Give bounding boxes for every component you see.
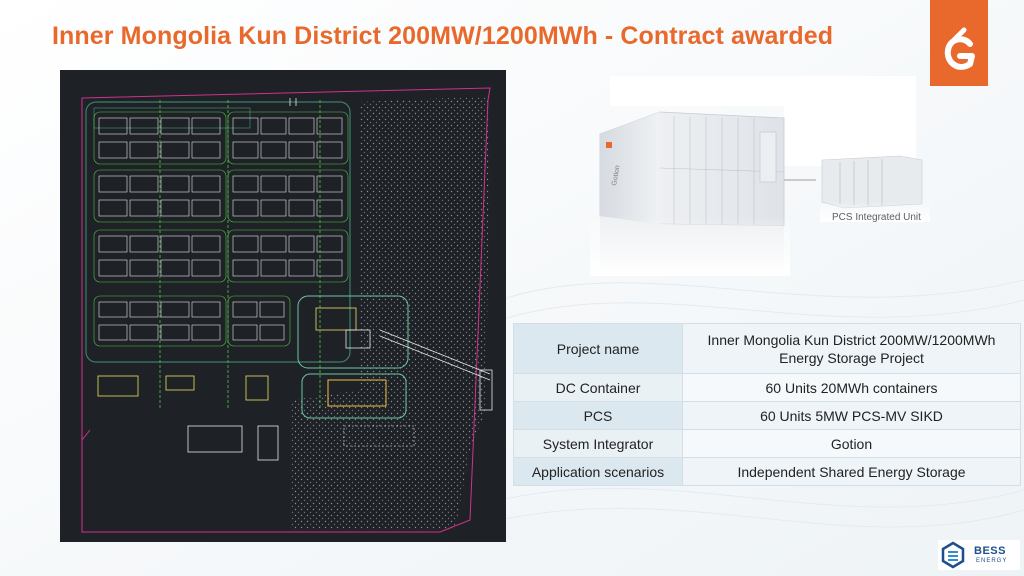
table-value: Gotion [682, 429, 1021, 458]
battery-container-cell [288, 259, 315, 277]
battery-container-cell [98, 259, 128, 277]
battery-container-cell [232, 175, 259, 193]
battery-container-cell [98, 235, 128, 253]
battery-block-outline [227, 229, 349, 283]
battery-container-cell [316, 199, 343, 217]
battery-container-cell [191, 259, 221, 277]
table-row: System Integrator Gotion [513, 429, 1021, 458]
battery-container-cell [129, 324, 159, 341]
battery-container-cell [160, 117, 190, 135]
battery-container-cell [260, 235, 287, 253]
battery-container-cell [160, 175, 190, 193]
battery-container-cell [232, 301, 258, 318]
battery-container-cell [191, 235, 221, 253]
battery-container-cell [191, 301, 221, 318]
battery-block-outline [227, 169, 349, 223]
battery-container-cell [191, 175, 221, 193]
battery-container-cell [129, 235, 159, 253]
battery-container-cell [191, 199, 221, 217]
battery-container-cell [259, 301, 285, 318]
cad-site-plan [81, 87, 493, 533]
battery-container-cell [288, 235, 315, 253]
battery-container-cell [288, 175, 315, 193]
battery-container-cell [129, 301, 159, 318]
battery-container-cell [98, 199, 128, 217]
battery-container-cell [98, 175, 128, 193]
bess-hex-icon [941, 541, 965, 569]
table-row: DC Container 60 Units 20MWh containers [513, 373, 1021, 402]
table-row: Project name Inner Mongolia Kun District… [513, 323, 1021, 374]
battery-container-cell [232, 235, 259, 253]
table-value: Independent Shared Energy Storage [682, 457, 1021, 486]
bess-name: BESS [974, 545, 1006, 557]
battery-container-cell [260, 141, 287, 159]
battery-container-cell [232, 199, 259, 217]
battery-container-cell [316, 117, 343, 135]
battery-container-cell [232, 141, 259, 159]
battery-container-cell [98, 301, 128, 318]
battery-container-cell [160, 141, 190, 159]
table-value: 60 Units 5MW PCS-MV SIKD [682, 401, 1021, 430]
battery-container-cell [191, 117, 221, 135]
battery-block-outline [227, 295, 291, 347]
battery-container-cell [160, 259, 190, 277]
slide-title: Inner Mongolia Kun District 200MW/1200MW… [52, 22, 834, 50]
battery-container-cell [98, 141, 128, 159]
battery-container-cell [260, 259, 287, 277]
battery-container-cell [316, 235, 343, 253]
battery-container-cell [160, 301, 190, 318]
battery-container-cell [260, 175, 287, 193]
project-info-table: Project name Inner Mongolia Kun District… [513, 323, 1021, 486]
battery-container-cell [160, 199, 190, 217]
battery-container-image: Gotion [590, 76, 930, 276]
table-key: System Integrator [513, 429, 683, 458]
battery-container-cell [260, 117, 287, 135]
battery-container-cell [288, 141, 315, 159]
table-key: Application scenarios [513, 457, 683, 486]
battery-container-cell [129, 199, 159, 217]
table-value: 60 Units 20MWh containers [682, 373, 1021, 402]
battery-container-cell [98, 117, 128, 135]
battery-container-cell [191, 324, 221, 341]
pcs-unit-label: PCS Integrated Unit [832, 212, 921, 223]
battery-container-cell [259, 324, 285, 341]
battery-container-cell [160, 324, 190, 341]
battery-container-cell [288, 199, 315, 217]
battery-container-cell [129, 175, 159, 193]
battery-container-cell [260, 199, 287, 217]
battery-container-cell [129, 259, 159, 277]
battery-container-cell [316, 175, 343, 193]
battery-container-cell [129, 141, 159, 159]
gotion-logo [930, 0, 988, 86]
table-value: Inner Mongolia Kun District 200MW/1200MW… [682, 323, 1021, 374]
battery-container-cell [232, 117, 259, 135]
site-layout-drawing [60, 70, 506, 542]
table-key: DC Container [513, 373, 683, 402]
battery-container-cell [232, 324, 258, 341]
product-render: Gotion [570, 76, 950, 276]
battery-container-cell [129, 117, 159, 135]
gotion-logo-icon [944, 27, 975, 70]
battery-container-cell [232, 259, 259, 277]
battery-block-outline [227, 111, 349, 165]
table-key: Project name [513, 323, 683, 374]
battery-container-cell [191, 141, 221, 159]
table-row: PCS 60 Units 5MW PCS-MV SIKD [513, 401, 1021, 430]
battery-container-cell [288, 117, 315, 135]
table-key: PCS [513, 401, 683, 430]
battery-container-cell [316, 259, 343, 277]
battery-container-cell [98, 324, 128, 341]
battery-container-cell [316, 141, 343, 159]
battery-container-cell [160, 235, 190, 253]
table-row: Application scenarios Independent Shared… [513, 457, 1021, 486]
bess-sub: ENERGY [976, 558, 1008, 564]
